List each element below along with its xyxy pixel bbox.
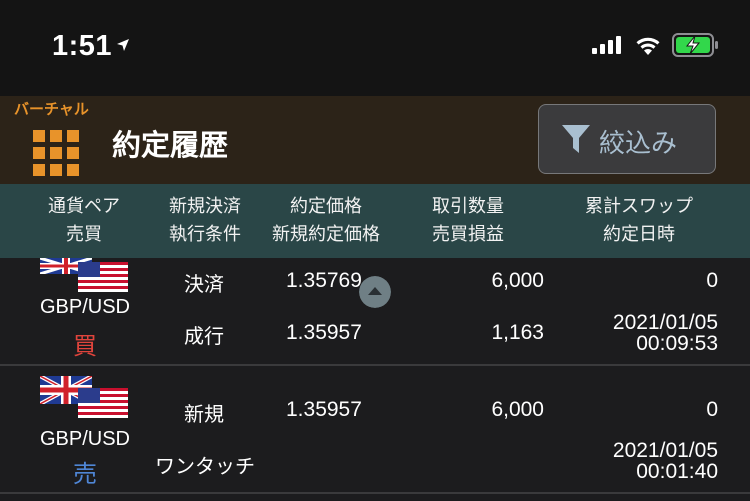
status-time: 1:51 — [52, 30, 113, 62]
trade-quantity: 6,000 — [491, 269, 544, 292]
execution-time: 00:09:53 — [636, 332, 718, 355]
cumulative-swap: 0 — [706, 398, 718, 421]
profit-loss: 1,163 — [491, 321, 544, 344]
column-header-type: 新規決済 執行条件 — [169, 196, 241, 245]
order-type: 決済 — [184, 272, 224, 296]
execution-condition: ワンタッチ — [155, 454, 255, 478]
scroll-up-icon[interactable] — [359, 276, 391, 308]
trade-side: 売 — [73, 460, 97, 488]
order-type: 新規 — [184, 402, 224, 426]
app-header: バーチャル 約定履歴 絞込み — [0, 96, 750, 184]
executed-price: 1.35957 — [286, 398, 362, 421]
trade-side: 買 — [73, 332, 97, 360]
execution-datetime: 2021/01/05 00:01:40 — [560, 440, 718, 482]
execution-date: 2021/01/05 — [612, 311, 718, 334]
battery-charging-icon — [672, 33, 718, 57]
executed-price: 1.35769 — [286, 269, 362, 292]
page-title: 約定履歴 — [112, 128, 229, 162]
execution-condition: 成行 — [184, 324, 224, 348]
cumulative-swap: 0 — [706, 269, 718, 292]
currency-pair: GBP/USD — [39, 428, 131, 450]
menu-grid-icon[interactable] — [33, 130, 79, 176]
table-row[interactable]: GBP/USD 売 新規 ワンタッチ 1.35957 6,000 0 2021/… — [0, 366, 750, 494]
column-header-quantity: 取引数量 売買損益 — [432, 196, 504, 245]
column-header-pair: 通貨ペア 売買 — [48, 196, 120, 245]
location-arrow-icon — [117, 39, 129, 51]
trade-quantity: 6,000 — [491, 398, 544, 421]
wifi-icon — [636, 37, 660, 55]
currency-pair: GBP/USD — [39, 296, 131, 318]
execution-datetime: 2021/01/05 00:09:53 — [560, 312, 718, 354]
new-executed-price: 1.35957 — [286, 321, 362, 344]
us-flag-icon — [78, 262, 128, 292]
filter-button[interactable]: 絞込み — [538, 104, 716, 174]
status-bar: 1:51 — [0, 0, 750, 96]
filter-funnel-icon — [562, 125, 590, 153]
execution-time: 00:01:40 — [636, 460, 718, 483]
column-header-price: 約定価格 新規約定価格 — [272, 196, 380, 245]
execution-date: 2021/01/05 — [612, 439, 718, 462]
table-header: 通貨ペア 売買 新規決済 執行条件 約定価格 新規約定価格 取引数量 売買損益 累計スワ… — [0, 184, 750, 258]
cellular-signal-icon — [592, 36, 621, 54]
table-row[interactable]: GBP/USD 買 決済 成行 1.35769 1.35957 6,000 1,… — [0, 258, 750, 366]
column-header-swap: 累計スワップ 約定日時 — [585, 196, 693, 245]
us-flag-icon — [78, 388, 128, 418]
virtual-mode-label: バーチャル — [14, 100, 89, 118]
filter-button-label: 絞込み — [599, 129, 678, 159]
